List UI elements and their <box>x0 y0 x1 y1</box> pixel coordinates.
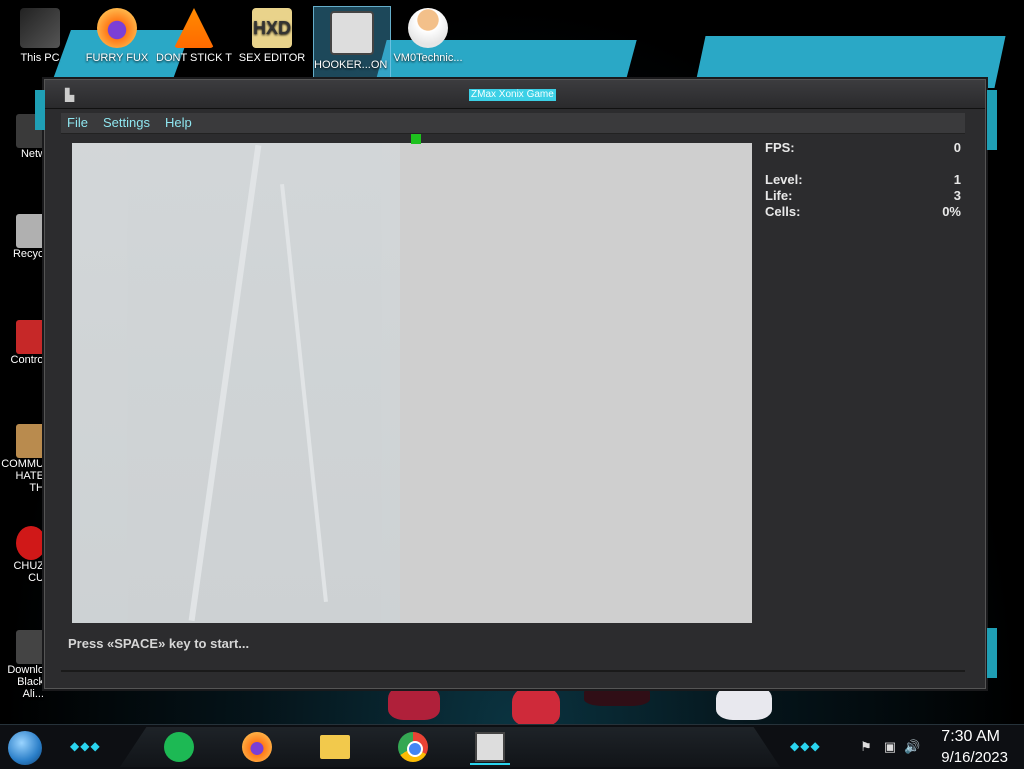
desktop-icon-sex-editor[interactable]: HXD SEX EDITOR <box>234 4 310 65</box>
firefox-icon[interactable] <box>240 731 274 763</box>
cells-label: Cells: <box>765 204 801 219</box>
level-value: 1 <box>953 172 961 187</box>
frame-decoration <box>987 628 997 678</box>
file-explorer-icon[interactable] <box>318 731 352 763</box>
hxd-icon: HXD <box>252 8 292 48</box>
frame-decoration <box>35 90 45 130</box>
desktop-icon-furry-fux[interactable]: FURRY FUX <box>79 4 155 65</box>
menu-bar: File Settings Help <box>61 113 965 134</box>
life-label: Life: <box>765 188 793 203</box>
firefox-icon <box>97 8 137 48</box>
clock-date[interactable]: 9/16/2023 <box>941 749 1008 766</box>
window-divider <box>61 670 965 672</box>
doctor-icon <box>408 8 448 48</box>
start-button[interactable] <box>8 731 42 765</box>
desktop-icon-this-pc[interactable]: This PC <box>2 4 78 65</box>
player-marker <box>411 134 421 144</box>
ghost-artifact <box>188 144 262 622</box>
desktop-icon-control-panel[interactable]: Control <box>0 320 46 366</box>
desktop-icon-vm0technic[interactable]: VM0Technic... <box>390 4 466 65</box>
menu-help[interactable]: Help <box>165 115 192 131</box>
xonix-app-icon[interactable] <box>470 731 510 765</box>
fps-value: 0 <box>953 140 961 155</box>
window-title: ZMax Xonix Game <box>469 89 556 101</box>
desktop-icon-recycle-bin[interactable]: Recycl <box>0 214 46 260</box>
money-bag-icon <box>16 424 46 458</box>
download-icon <box>16 630 46 664</box>
taskbar-pinned-area <box>120 727 780 767</box>
app-icon: ▙ <box>65 88 75 102</box>
vlc-icon <box>174 8 214 48</box>
wallpaper-shoe <box>388 684 440 720</box>
wallpaper-shoe <box>512 686 560 726</box>
level-label: Level: <box>765 172 803 187</box>
network-icon[interactable]: ▣ <box>882 739 898 755</box>
volume-icon[interactable]: 🔊 <box>904 739 920 755</box>
red-mascot-icon <box>16 526 46 560</box>
spotify-icon[interactable] <box>162 731 196 763</box>
life-value: 3 <box>953 188 961 203</box>
level-row: Level: 1 <box>765 172 961 188</box>
ghost-artifact <box>280 183 328 603</box>
taskbar-decoration: ◆◆◆ <box>70 739 101 753</box>
life-row: Life: 3 <box>765 188 961 204</box>
fps-label: FPS: <box>765 140 795 155</box>
ghost-overlay <box>72 143 400 623</box>
status-message: Press «SPACE» key to start... <box>68 636 250 651</box>
taskbar-decoration: ◆◆◆ <box>790 739 821 753</box>
frame-decoration <box>987 90 997 150</box>
cells-value: 0% <box>942 204 961 219</box>
xonix-game-window: ▙ ZMax Xonix Game File Settings Help FPS… <box>35 79 997 689</box>
control-panel-icon <box>16 320 46 354</box>
game-field[interactable] <box>72 143 752 623</box>
xonix-icon <box>330 11 374 55</box>
desktop-icon-download[interactable]: Downlo Black Ali... <box>0 630 46 700</box>
menu-file[interactable]: File <box>67 115 88 131</box>
flag-icon[interactable]: ⚑ <box>858 739 874 755</box>
window-titlebar[interactable]: ▙ ZMax Xonix Game <box>45 80 985 109</box>
desktop-icon-hooker-xonix[interactable]: HOOKER...ON XON... <box>313 6 391 84</box>
menu-settings[interactable]: Settings <box>103 115 150 131</box>
recycle-bin-icon <box>16 214 46 248</box>
fps-row: FPS: 0 <box>765 140 961 156</box>
cells-row: Cells: 0% <box>765 204 961 220</box>
wallpaper-shoe <box>716 684 772 720</box>
desktop-icon-dont-stick[interactable]: DONT STICK THIS IN YO... <box>156 4 232 65</box>
computer-icon <box>20 8 60 48</box>
clock-time[interactable]: 7:30 AM <box>941 728 1000 746</box>
desktop-icon-commu[interactable]: COMMU HATE TH <box>0 424 46 494</box>
chrome-icon[interactable] <box>396 731 430 763</box>
taskbar: ◆◆◆ ◆◆◆ ⚑ ▣ 🔊 7:30 AM 9/16/2023 <box>0 724 1024 769</box>
desktop-icon-chuz[interactable]: CHUZ CU <box>0 526 46 584</box>
